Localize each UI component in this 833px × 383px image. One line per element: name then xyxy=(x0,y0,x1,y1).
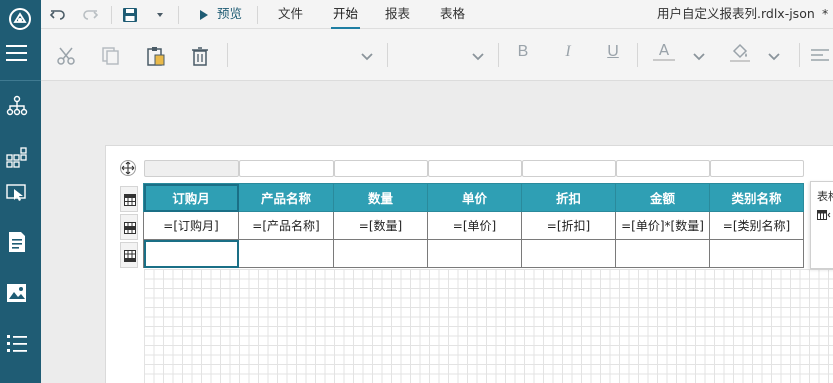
underline-button[interactable]: U xyxy=(603,43,623,61)
header-cell[interactable]: 数量 xyxy=(333,183,428,212)
delete-icon[interactable] xyxy=(189,45,211,67)
bold-button[interactable]: B xyxy=(513,43,533,61)
column-handle[interactable] xyxy=(428,160,522,177)
table-footer-row xyxy=(143,239,804,268)
ribbon-separator xyxy=(637,43,638,67)
table-context-panel[interactable]: 表格 xyxy=(810,181,833,269)
italic-button[interactable]: I xyxy=(558,43,578,61)
header-cell[interactable]: 折扣 xyxy=(521,183,616,212)
header-cell[interactable]: 产品名称 xyxy=(238,183,334,212)
header-cell[interactable]: 金额 xyxy=(615,183,710,212)
table-move-handle-icon[interactable] xyxy=(120,160,136,176)
rail-separator xyxy=(0,80,41,81)
row-handle-header[interactable] xyxy=(120,186,138,212)
footer-cell[interactable] xyxy=(333,239,428,268)
table-panel-label: 表格 xyxy=(817,190,833,203)
tab-report[interactable]: 报表 xyxy=(385,0,410,29)
table-header-row: 订购月 产品名称 数量 单价 折扣 金额 类别名称 xyxy=(143,183,804,212)
footer-cell[interactable] xyxy=(238,239,334,268)
detail-cell[interactable]: =[单价]*[数量] xyxy=(615,211,710,240)
row-handle-detail[interactable] xyxy=(120,214,138,240)
column-handle[interactable] xyxy=(334,160,428,177)
hamburger-menu-icon[interactable] xyxy=(6,44,28,62)
table-rows-icon[interactable] xyxy=(817,210,831,220)
table-detail-row: =[订购月] =[产品名称] =[数量] =[单价] =[折扣] =[单价]*[… xyxy=(143,211,804,240)
top-toolbar: 预览 文件 开始 报表 表格 用户自定义报表列.rdlx-json * xyxy=(41,0,833,29)
undo-icon[interactable] xyxy=(49,6,67,24)
font-size-chevron-icon[interactable] xyxy=(467,45,489,67)
column-handle[interactable] xyxy=(522,160,616,177)
data-tree-icon[interactable] xyxy=(6,95,28,117)
footer-cell[interactable] xyxy=(521,239,616,268)
ribbon-separator xyxy=(498,43,499,67)
table-footer-row-icon xyxy=(124,250,136,262)
column-handle[interactable] xyxy=(239,160,334,177)
toolbar-separator xyxy=(111,6,112,24)
app-logo-icon[interactable] xyxy=(7,6,33,32)
play-preview-icon[interactable] xyxy=(195,6,213,24)
table-detail-row-icon xyxy=(124,222,136,234)
detail-cell[interactable]: =[订购月] xyxy=(143,211,239,240)
preview-button[interactable]: 预览 xyxy=(217,0,242,29)
footer-cell[interactable] xyxy=(427,239,522,268)
design-canvas[interactable]: 订购月 产品名称 数量 单价 折扣 金额 类别名称 =[订购月] =[产品名称]… xyxy=(41,81,833,383)
cut-icon[interactable] xyxy=(55,45,77,67)
components-icon[interactable] xyxy=(6,146,28,168)
font-color-button[interactable]: A xyxy=(653,41,675,61)
fill-color-chevron-icon[interactable] xyxy=(763,45,785,67)
header-cell[interactable]: 订购月 xyxy=(143,183,239,212)
left-rail xyxy=(0,0,41,383)
select-pointer-icon[interactable] xyxy=(6,183,28,205)
ribbon-separator xyxy=(799,43,800,67)
footer-cell[interactable] xyxy=(615,239,710,268)
tab-home[interactable]: 开始 xyxy=(331,0,361,29)
header-cell[interactable]: 类别名称 xyxy=(709,183,804,212)
header-cell[interactable]: 单价 xyxy=(427,183,522,212)
detail-cell[interactable]: =[产品名称] xyxy=(238,211,334,240)
modified-marker: * xyxy=(822,6,829,21)
tab-table[interactable]: 表格 xyxy=(440,0,465,29)
report-table[interactable]: 订购月 产品名称 数量 单价 折扣 金额 类别名称 =[订购月] =[产品名称]… xyxy=(143,183,804,268)
ribbon: B I U A xyxy=(41,29,833,81)
save-icon[interactable] xyxy=(121,6,139,24)
align-left-icon[interactable] xyxy=(809,45,831,67)
paste-icon[interactable] xyxy=(145,45,167,67)
detail-cell[interactable]: =[数量] xyxy=(333,211,428,240)
column-handle[interactable] xyxy=(144,160,239,177)
detail-cell[interactable]: =[单价] xyxy=(427,211,522,240)
column-handle[interactable] xyxy=(710,160,804,177)
toolbar-separator xyxy=(257,6,258,24)
detail-cell[interactable]: =[类别名称] xyxy=(709,211,804,240)
redo-icon[interactable] xyxy=(81,6,99,24)
font-family-chevron-icon[interactable] xyxy=(356,45,378,67)
list-icon[interactable] xyxy=(6,332,28,354)
font-color-chevron-icon[interactable] xyxy=(688,45,710,67)
footer-cell[interactable] xyxy=(709,239,804,268)
row-handle-footer[interactable] xyxy=(120,242,138,268)
ribbon-separator xyxy=(227,43,228,67)
save-dropdown-chevron-icon[interactable] xyxy=(151,6,169,24)
text-box-icon[interactable] xyxy=(6,231,28,253)
tab-file[interactable]: 文件 xyxy=(278,0,303,29)
design-grid xyxy=(144,269,833,383)
table-header-row-icon xyxy=(124,194,136,206)
fill-color-bucket-icon[interactable] xyxy=(729,41,751,63)
copy-icon[interactable] xyxy=(100,45,122,67)
document-filename: 用户自定义报表列.rdlx-json xyxy=(657,6,815,21)
column-handle[interactable] xyxy=(616,160,710,177)
ribbon-separator xyxy=(387,43,388,67)
toolbar-separator xyxy=(178,6,179,24)
report-page[interactable]: 订购月 产品名称 数量 单价 折扣 金额 类别名称 =[订购月] =[产品名称]… xyxy=(105,145,833,383)
detail-cell[interactable]: =[折扣] xyxy=(521,211,616,240)
image-icon[interactable] xyxy=(6,282,28,304)
footer-cell[interactable] xyxy=(143,239,239,268)
